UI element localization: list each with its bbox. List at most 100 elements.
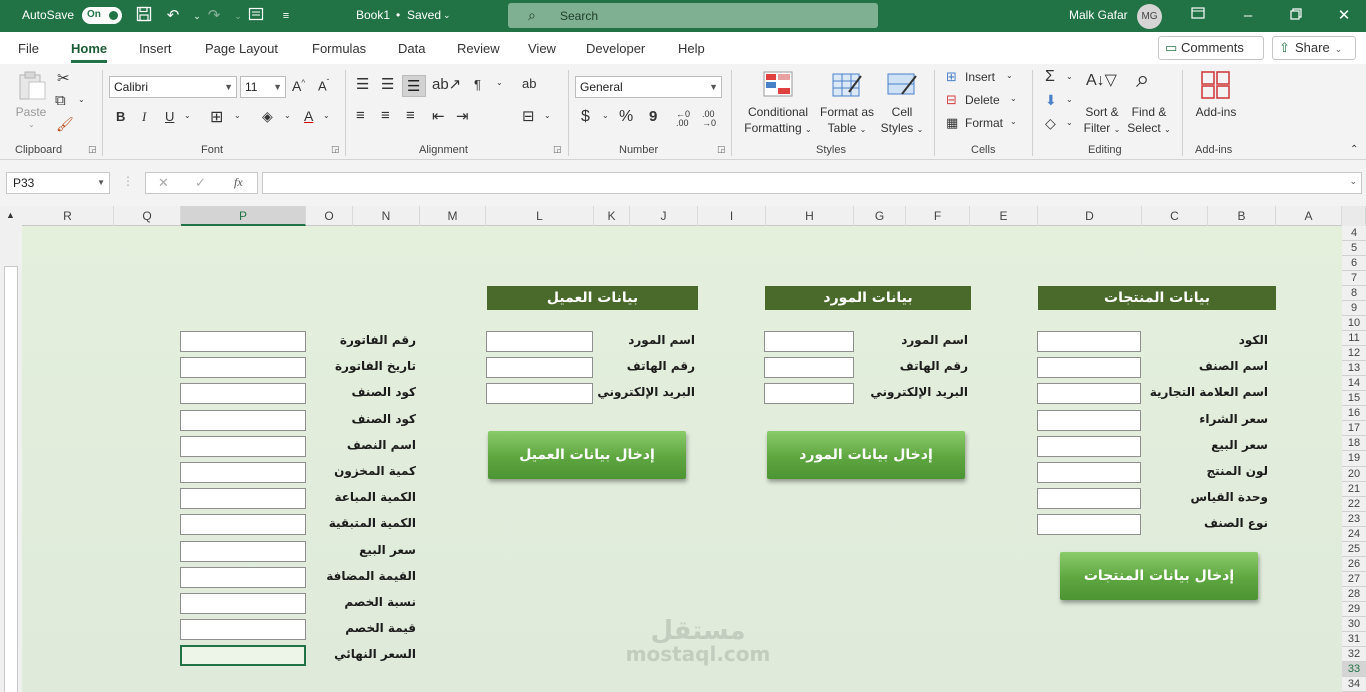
row-header[interactable]: 25: [1342, 542, 1366, 557]
invoice-input-cell[interactable]: [180, 540, 306, 562]
supplier-input-cell[interactable]: [764, 357, 854, 379]
status-chevron-icon[interactable]: ⌄: [443, 10, 451, 21]
column-header[interactable]: C: [1142, 206, 1208, 226]
supplier-input-cell[interactable]: [764, 383, 854, 405]
column-header[interactable]: A: [1276, 206, 1342, 226]
tab-formulas[interactable]: Formulas: [312, 41, 366, 56]
sort-filter-label[interactable]: Sort & Filter ⌄: [1080, 104, 1124, 138]
format-painter-icon[interactable]: 🖌: [56, 116, 74, 133]
insert-function-icon[interactable]: fx: [234, 175, 243, 190]
row-header[interactable]: 24: [1342, 527, 1366, 542]
ribbon-display-icon[interactable]: [1188, 6, 1208, 26]
enter-supplier-button[interactable]: إدخال بيانات المورد: [767, 431, 965, 479]
minimize-icon[interactable]: –: [1238, 6, 1258, 26]
customize-qat-icon[interactable]: ≡: [276, 6, 296, 26]
text-direction-chevron-icon[interactable]: ⌄: [496, 78, 503, 87]
column-header[interactable]: D: [1038, 206, 1142, 226]
format-chevron-icon[interactable]: ⌄: [1010, 117, 1017, 126]
enter-icon[interactable]: ✓: [195, 175, 206, 191]
format-cells-icon[interactable]: ▦: [946, 115, 958, 131]
align-middle-icon[interactable]: ☰: [381, 75, 394, 93]
search-box[interactable]: ⌕ Search: [508, 3, 878, 28]
products-input-cell[interactable]: [1037, 383, 1141, 405]
avatar[interactable]: MG: [1137, 4, 1162, 29]
enter-customer-button[interactable]: إدخال بيانات العميل: [488, 431, 686, 479]
autosum-icon[interactable]: Σ: [1045, 68, 1055, 86]
align-bottom-button[interactable]: ☰: [402, 75, 426, 97]
tab-help[interactable]: Help: [678, 41, 705, 56]
font-color-chevron-icon[interactable]: ⌄: [323, 111, 330, 120]
bold-button[interactable]: B: [116, 109, 125, 124]
comments-button[interactable]: ▭ Comments: [1158, 36, 1264, 60]
invoice-input-cell[interactable]: [180, 409, 306, 431]
italic-button[interactable]: I: [142, 109, 146, 125]
conditional-formatting-icon[interactable]: [762, 70, 794, 100]
font-launcher-icon[interactable]: ◲: [331, 144, 340, 155]
column-header[interactable]: F: [906, 206, 970, 226]
form-icon[interactable]: [246, 6, 266, 26]
align-left-icon[interactable]: ≡: [356, 107, 365, 124]
row-header[interactable]: 28: [1342, 587, 1366, 602]
column-header[interactable]: B: [1208, 206, 1276, 226]
undo-icon[interactable]: ↶: [163, 6, 183, 26]
row-header[interactable]: 29: [1342, 602, 1366, 617]
cancel-icon[interactable]: ✕: [158, 175, 169, 191]
decrease-decimal-icon[interactable]: .00 →0: [702, 110, 716, 128]
customer-input-cell[interactable]: [486, 357, 593, 379]
format-cells-label[interactable]: Format: [965, 116, 1003, 130]
invoice-input-cell[interactable]: [180, 619, 306, 641]
borders-chevron-icon[interactable]: ⌄: [234, 111, 241, 120]
font-color-icon[interactable]: A: [304, 108, 313, 124]
format-as-table-label[interactable]: Format as Table ⌄: [815, 104, 879, 138]
insert-cells-label[interactable]: Insert: [965, 70, 995, 84]
row-header[interactable]: 11: [1342, 331, 1366, 347]
delete-cells-label[interactable]: Delete: [965, 93, 1000, 107]
tab-view[interactable]: View: [528, 41, 556, 56]
row-header[interactable]: 17: [1342, 421, 1366, 437]
merge-center-icon[interactable]: ⊟: [522, 107, 535, 125]
increase-decimal-icon[interactable]: ←0.00: [676, 110, 690, 128]
paste-label[interactable]: Paste: [14, 104, 48, 120]
format-as-table-icon[interactable]: [831, 70, 863, 100]
comma-button[interactable]: 9: [649, 108, 657, 125]
column-header-selected[interactable]: P: [181, 206, 306, 226]
row-header[interactable]: 30: [1342, 617, 1366, 632]
products-input-cell[interactable]: [1037, 462, 1141, 483]
row-header[interactable]: 15: [1342, 391, 1366, 407]
number-format-combo[interactable]: General ▼: [575, 76, 722, 98]
invoice-input-cell[interactable]: [180, 514, 306, 536]
column-header[interactable]: R: [22, 206, 114, 226]
underline-chevron-icon[interactable]: ⌄: [184, 111, 191, 120]
supplier-input-cell[interactable]: [764, 331, 854, 352]
fill-chevron-icon[interactable]: ⌄: [1066, 95, 1073, 104]
row-header[interactable]: 12: [1342, 346, 1366, 362]
scroll-up-icon[interactable]: ▲: [6, 210, 15, 220]
fill-icon[interactable]: ⬇: [1045, 92, 1057, 109]
invoice-input-cell[interactable]: [180, 435, 306, 457]
column-header[interactable]: E: [970, 206, 1038, 226]
tab-developer[interactable]: Developer: [586, 41, 645, 56]
column-header[interactable]: K: [594, 206, 630, 226]
column-header[interactable]: Q: [114, 206, 181, 226]
delete-chevron-icon[interactable]: ⌄: [1010, 94, 1017, 103]
expand-formula-icon[interactable]: ⌄: [1349, 176, 1357, 187]
align-center-icon[interactable]: ≡: [381, 107, 390, 124]
tab-page-layout[interactable]: Page Layout: [205, 41, 278, 56]
autosave-toggle[interactable]: On: [82, 7, 122, 24]
clear-chevron-icon[interactable]: ⌄: [1066, 118, 1073, 127]
clipboard-launcher-icon[interactable]: ◲: [88, 144, 97, 155]
row-header[interactable]: 9: [1342, 301, 1366, 317]
increase-font-icon[interactable]: A^: [292, 78, 305, 94]
wrap-text-icon[interactable]: ab: [522, 76, 536, 91]
products-input-cell[interactable]: [1037, 435, 1141, 457]
conditional-formatting-label[interactable]: Conditional Formatting ⌄: [738, 104, 818, 138]
invoice-input-cell[interactable]: [180, 383, 306, 405]
row-header[interactable]: 34: [1342, 677, 1366, 692]
formula-bar-resize-icon[interactable]: ⋮: [122, 174, 134, 188]
orientation-icon[interactable]: ab↗: [432, 75, 461, 93]
customer-input-cell[interactable]: [486, 331, 593, 352]
percent-button[interactable]: %: [619, 108, 633, 126]
cut-icon[interactable]: ✂: [57, 69, 70, 87]
cell-styles-icon[interactable]: [886, 70, 918, 100]
column-header[interactable]: O: [306, 206, 353, 226]
